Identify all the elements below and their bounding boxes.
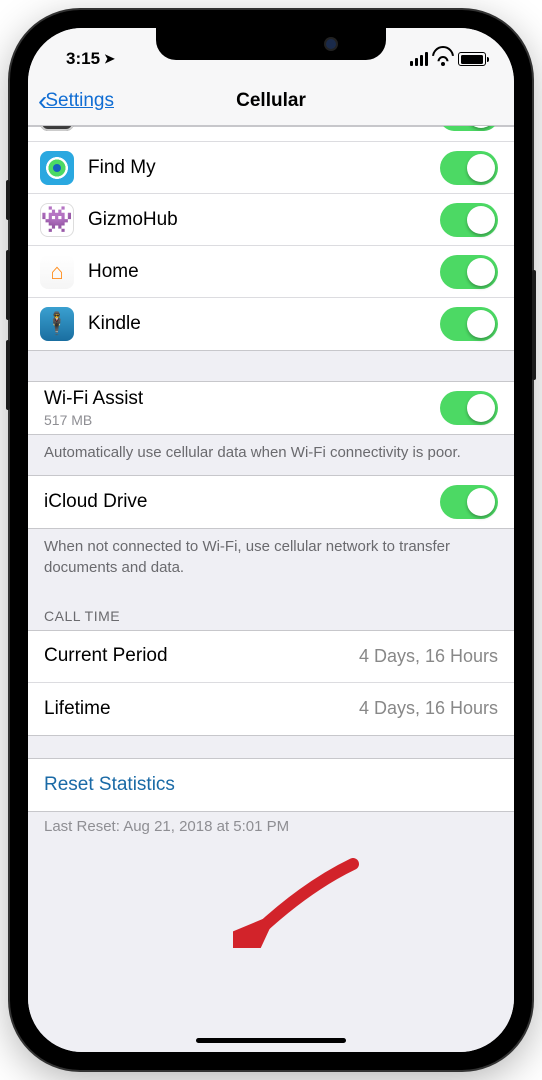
wifi-assist-group: Wi-Fi Assist 517 MB — [28, 381, 514, 435]
wifi-assist-footer: Automatically use cellular data when Wi-… — [28, 435, 514, 475]
current-period-value: 4 Days, 16 Hours — [359, 646, 498, 667]
back-button[interactable]: ‹ Settings — [38, 87, 114, 115]
side-button — [6, 250, 10, 320]
icloud-drive-footer: When not connected to Wi-Fi, use cellula… — [28, 529, 514, 590]
icloud-drive-label: iCloud Drive — [44, 491, 440, 513]
reset-statistics-button[interactable]: Reset Statistics — [28, 759, 514, 811]
icloud-drive-group: iCloud Drive — [28, 475, 514, 529]
side-button — [6, 340, 10, 410]
lifetime-row: Lifetime 4 Days, 16 Hours — [28, 683, 514, 735]
current-period-row: Current Period 4 Days, 16 Hours — [28, 631, 514, 683]
nav-bar: ‹ Settings Cellular — [28, 76, 514, 126]
home-indicator[interactable] — [196, 1038, 346, 1043]
gizmohub-icon: 👾 — [40, 203, 74, 237]
toggle[interactable] — [440, 391, 498, 425]
wifi-assist-row[interactable]: Wi-Fi Assist 517 MB — [28, 382, 514, 434]
camera-dot — [326, 39, 336, 49]
toggle[interactable] — [440, 203, 498, 237]
back-label: Settings — [45, 90, 114, 112]
app-label: GizmoHub — [88, 209, 440, 231]
toggle[interactable] — [440, 255, 498, 289]
app-label: Find My — [88, 157, 440, 179]
notch — [156, 28, 386, 60]
toggle[interactable] — [440, 485, 498, 519]
list-item-gizmohub[interactable]: 👾 GizmoHub — [28, 194, 514, 246]
status-time: 3:15 — [66, 49, 100, 69]
settings-content[interactable]: Find My 👾 GizmoHub ⌂ Home 🕴 Kindle — [28, 126, 514, 1052]
current-period-label: Current Period — [44, 645, 359, 667]
call-time-header: CALL TIME — [28, 590, 514, 630]
app-icon — [40, 126, 74, 131]
battery-icon — [458, 52, 486, 66]
side-button — [532, 270, 536, 380]
list-item-home[interactable]: ⌂ Home — [28, 246, 514, 298]
toggle[interactable] — [440, 307, 498, 341]
phone-frame: 3:15 ➤ ‹ Settings Cellular — [10, 10, 532, 1070]
list-item-findmy[interactable]: Find My — [28, 142, 514, 194]
app-label: Kindle — [88, 313, 440, 335]
side-button — [6, 180, 10, 220]
app-toggle-group: Find My 👾 GizmoHub ⌂ Home 🕴 Kindle — [28, 126, 514, 351]
list-item-kindle[interactable]: 🕴 Kindle — [28, 298, 514, 350]
toggle[interactable] — [440, 151, 498, 185]
lifetime-value: 4 Days, 16 Hours — [359, 698, 498, 719]
app-label: Home — [88, 261, 440, 283]
reset-label: Reset Statistics — [44, 774, 498, 796]
findmy-icon — [40, 151, 74, 185]
kindle-icon: 🕴 — [40, 307, 74, 341]
wifi-assist-label: Wi-Fi Assist — [44, 388, 440, 410]
location-icon: ➤ — [104, 51, 115, 67]
screen: 3:15 ➤ ‹ Settings Cellular — [28, 28, 514, 1052]
last-reset-label: Last Reset: Aug 21, 2018 at 5:01 PM — [28, 812, 514, 855]
wifi-assist-sub: 517 MB — [44, 412, 440, 428]
call-time-group: Current Period 4 Days, 16 Hours Lifetime… — [28, 630, 514, 736]
toggle[interactable] — [440, 126, 498, 131]
signal-icon — [410, 52, 428, 66]
list-item[interactable] — [28, 126, 514, 142]
lifetime-label: Lifetime — [44, 698, 359, 720]
home-icon: ⌂ — [40, 255, 74, 289]
icloud-drive-row[interactable]: iCloud Drive — [28, 476, 514, 528]
reset-group: Reset Statistics — [28, 758, 514, 812]
wifi-icon — [434, 52, 452, 66]
